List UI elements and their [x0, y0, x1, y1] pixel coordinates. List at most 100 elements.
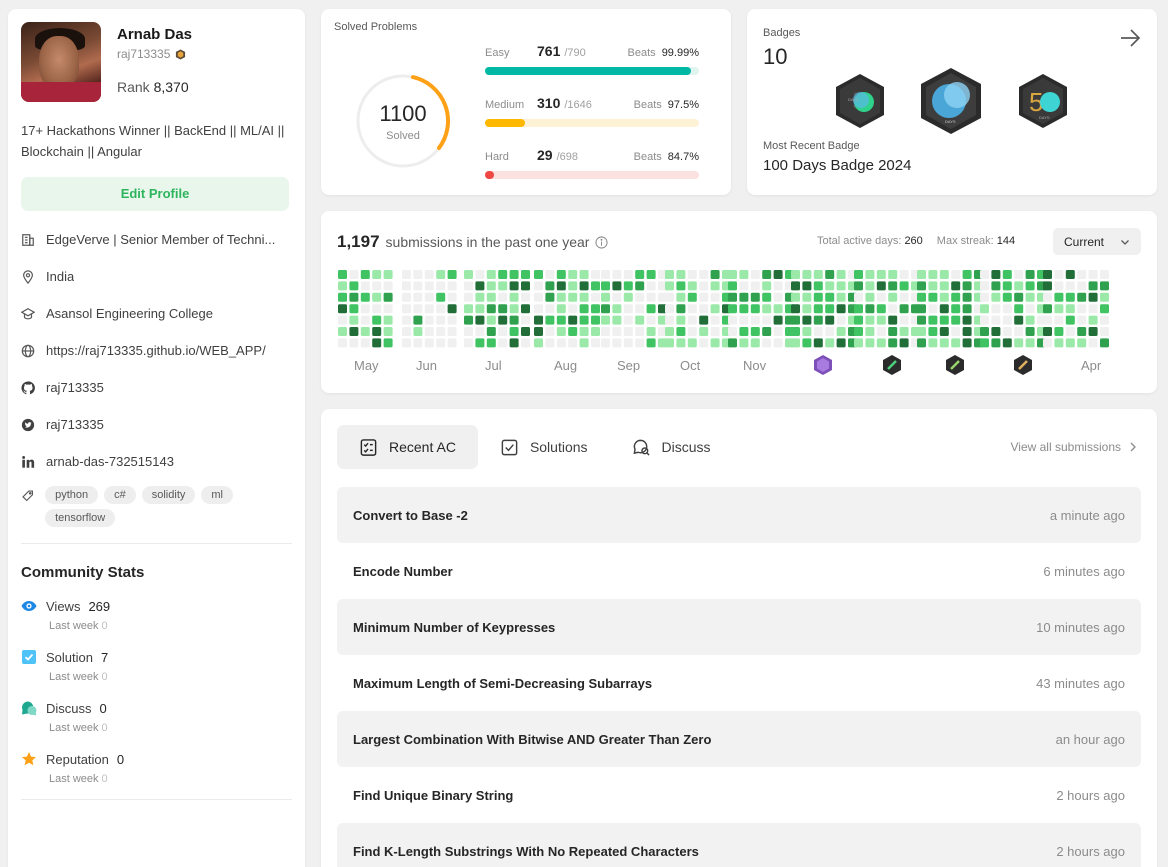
- heatmap-cell[interactable]: [928, 270, 938, 279]
- heatmap-cell[interactable]: [556, 338, 566, 348]
- heatmap-cell[interactable]: [338, 315, 347, 325]
- heatmap-cell[interactable]: [486, 304, 496, 314]
- heatmap-cell[interactable]: [545, 315, 555, 325]
- heatmap-cell[interactable]: [464, 315, 473, 325]
- heatmap-cell[interactable]: [521, 315, 530, 325]
- heatmap-cell[interactable]: [917, 292, 926, 302]
- heatmap-cell[interactable]: [665, 270, 674, 279]
- heatmap-cell[interactable]: [646, 338, 656, 348]
- heatmap-cell[interactable]: [1100, 338, 1109, 348]
- heatmap-cell[interactable]: [1002, 327, 1012, 336]
- heatmap-cell[interactable]: [951, 338, 961, 348]
- heatmap-cell[interactable]: [813, 327, 823, 336]
- heatmap-cell[interactable]: [917, 327, 926, 336]
- heatmap-cell[interactable]: [612, 281, 622, 291]
- heatmap-cell[interactable]: [951, 292, 961, 302]
- list-item[interactable]: Largest Combination With Bitwise AND Gre…: [337, 711, 1141, 767]
- heatmap-cell[interactable]: [1054, 270, 1064, 279]
- skill-tag[interactable]: ml: [201, 486, 233, 504]
- heatmap-cell[interactable]: [813, 292, 823, 302]
- heatmap-cell[interactable]: [1043, 327, 1052, 336]
- heatmap-cell[interactable]: [1043, 304, 1052, 314]
- heatmap-cell[interactable]: [635, 327, 645, 336]
- heatmap-cell[interactable]: [338, 327, 347, 336]
- heatmap-cell[interactable]: [1043, 338, 1052, 348]
- heatmap-cell[interactable]: [665, 281, 674, 291]
- monthly-badge-icon[interactable]: [945, 354, 965, 376]
- heatmap-cell[interactable]: [1025, 315, 1035, 325]
- heatmap-cell[interactable]: [486, 327, 496, 336]
- heatmap-cell[interactable]: [917, 315, 926, 325]
- heatmap-cell[interactable]: [762, 292, 772, 302]
- heatmap-cell[interactable]: [962, 327, 972, 336]
- heatmap-cell[interactable]: [773, 270, 783, 279]
- heatmap-cell[interactable]: [349, 270, 359, 279]
- heatmap-cell[interactable]: [854, 304, 863, 314]
- heatmap-cell[interactable]: [402, 327, 411, 336]
- heatmap-cell[interactable]: [762, 281, 772, 291]
- heatmap-cell[interactable]: [601, 281, 610, 291]
- heatmap-cell[interactable]: [1100, 281, 1109, 291]
- heatmap-cell[interactable]: [865, 315, 875, 325]
- heatmap-cell[interactable]: [1002, 338, 1012, 348]
- heatmap-cell[interactable]: [750, 338, 760, 348]
- heatmap-cell[interactable]: [413, 270, 423, 279]
- heatmap-cell[interactable]: [1065, 270, 1075, 279]
- heatmap-cell[interactable]: [464, 338, 473, 348]
- heatmap-cell[interactable]: [372, 270, 382, 279]
- heatmap-cell[interactable]: [1088, 327, 1098, 336]
- heatmap-cell[interactable]: [349, 315, 359, 325]
- heatmap-cell[interactable]: [402, 292, 411, 302]
- heatmap-cell[interactable]: [939, 270, 949, 279]
- heatmap-cell[interactable]: [876, 304, 886, 314]
- heatmap-cell[interactable]: [579, 304, 589, 314]
- heatmap-cell[interactable]: [836, 304, 846, 314]
- heatmap-cell[interactable]: [813, 304, 823, 314]
- heatmap-cell[interactable]: [980, 270, 989, 279]
- heatmap-cell[interactable]: [917, 281, 926, 291]
- heatmap-cell[interactable]: [1077, 338, 1087, 348]
- heatmap-cell[interactable]: [962, 292, 972, 302]
- heatmap-cell[interactable]: [991, 292, 1001, 302]
- heatmap-cell[interactable]: [1088, 270, 1098, 279]
- heatmap-cell[interactable]: [1002, 292, 1012, 302]
- heatmap-cell[interactable]: [1088, 281, 1098, 291]
- heatmap-cell[interactable]: [1077, 281, 1087, 291]
- heatmap-cell[interactable]: [464, 270, 473, 279]
- heatmap-cell[interactable]: [888, 327, 898, 336]
- heatmap-cell[interactable]: [635, 270, 645, 279]
- heatmap-cell[interactable]: [1054, 292, 1064, 302]
- heatmap-cell[interactable]: [556, 270, 566, 279]
- heatmap-cell[interactable]: [773, 315, 783, 325]
- heatmap-cell[interactable]: [791, 304, 800, 314]
- heatmap-cell[interactable]: [447, 315, 457, 325]
- heatmap-cell[interactable]: [825, 315, 835, 325]
- heatmap-cell[interactable]: [486, 281, 496, 291]
- heatmap-cell[interactable]: [1002, 315, 1012, 325]
- heatmap-cell[interactable]: [646, 304, 656, 314]
- heatmap-cell[interactable]: [424, 315, 434, 325]
- heatmap-cell[interactable]: [750, 281, 760, 291]
- heatmap-cell[interactable]: [623, 327, 633, 336]
- heatmap-cell[interactable]: [802, 292, 812, 302]
- heatmap-cell[interactable]: [762, 338, 772, 348]
- heatmap-cell[interactable]: [665, 292, 674, 302]
- heatmap-cell[interactable]: [568, 304, 578, 314]
- heatmap-cell[interactable]: [802, 270, 812, 279]
- heatmap-cell[interactable]: [802, 327, 812, 336]
- 50-days-badge-icon[interactable]: 5 DAYS: [834, 73, 886, 129]
- heatmap-cell[interactable]: [338, 281, 347, 291]
- heatmap-cell[interactable]: [383, 270, 393, 279]
- heatmap-cell[interactable]: [436, 270, 446, 279]
- heatmap-cell[interactable]: [665, 338, 674, 348]
- heatmap-cell[interactable]: [939, 327, 949, 336]
- heatmap-cell[interactable]: [699, 327, 709, 336]
- heatmap-cell[interactable]: [1100, 327, 1109, 336]
- website-row[interactable]: https://raj713335.github.io/WEB_APP/: [21, 332, 292, 369]
- heatmap-cell[interactable]: [1088, 292, 1098, 302]
- heatmap-cell[interactable]: [854, 327, 863, 336]
- heatmap-cell[interactable]: [475, 327, 485, 336]
- heatmap-cell[interactable]: [601, 292, 610, 302]
- avatar[interactable]: [21, 22, 101, 102]
- difficulty-medium[interactable]: Medium 310 /1646 Beats 97.5%: [485, 95, 699, 147]
